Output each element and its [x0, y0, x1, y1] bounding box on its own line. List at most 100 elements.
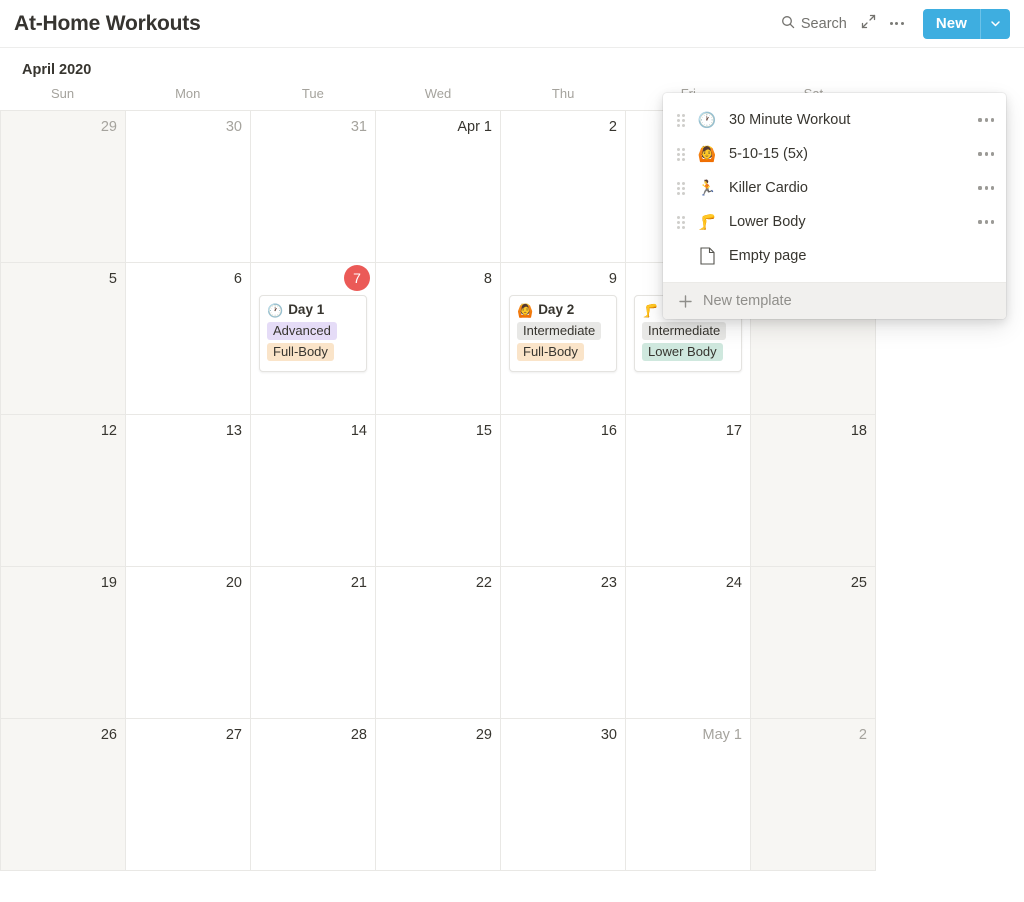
event-title-row: 🙆 Day 2: [517, 302, 609, 318]
more-options-button[interactable]: [883, 11, 911, 37]
calendar-day-cell[interactable]: 18: [751, 415, 876, 567]
calendar-day-cell[interactable]: 28: [251, 719, 376, 871]
weekday-header-tue: Tue: [301, 86, 324, 101]
day-number: 29: [100, 119, 117, 135]
new-dropdown-toggle[interactable]: [980, 8, 1010, 39]
search-button[interactable]: Search: [773, 11, 855, 37]
calendar-day-cell[interactable]: 12: [1, 415, 126, 567]
calendar-day-cell[interactable]: 2: [501, 111, 626, 263]
template-item-label: 5-10-15 (5x): [729, 146, 808, 162]
header-actions: Search New: [773, 8, 1010, 39]
template-item-more-icon[interactable]: [978, 220, 994, 224]
template-item[interactable]: 🙆 5-10-15 (5x): [663, 137, 1006, 171]
drag-handle-icon[interactable]: [673, 180, 689, 196]
person-gesturing-ok-icon: 🙆: [517, 302, 534, 318]
today-badge: 7: [344, 265, 370, 291]
day-number: 31: [350, 119, 367, 135]
day-number: 30: [600, 727, 617, 743]
calendar-day-cell[interactable]: 9 🙆 Day 2 Intermediate Full-Body: [501, 263, 626, 415]
day-number: 22: [475, 575, 492, 591]
template-item[interactable]: 🕐 30 Minute Workout: [663, 103, 1006, 137]
event-tag-row: Lower Body: [642, 343, 734, 361]
app-header: At-Home Workouts Search New: [0, 0, 1024, 48]
calendar-day-cell[interactable]: 7 🕐 Day 1 Advanced Full-Body: [251, 263, 376, 415]
expand-button[interactable]: [855, 11, 883, 37]
calendar-day-cell[interactable]: 21: [251, 567, 376, 719]
day-number: 8: [483, 271, 492, 287]
calendar-day-cell[interactable]: 23: [501, 567, 626, 719]
calendar-day-cell[interactable]: 22: [376, 567, 501, 719]
calendar-day-cell[interactable]: 29: [1, 111, 126, 263]
calendar-day-cell[interactable]: 16: [501, 415, 626, 567]
calendar-day-cell[interactable]: 19: [1, 567, 126, 719]
day-number: 14: [350, 423, 367, 439]
weekday-header-mon: Mon: [175, 86, 201, 101]
new-template-button[interactable]: New template: [663, 283, 1006, 319]
calendar-day-cell[interactable]: 2: [751, 719, 876, 871]
calendar-day-cell[interactable]: 8: [376, 263, 501, 415]
event-tag: Intermediate: [517, 322, 602, 340]
weekday-header-thu: Thu: [551, 86, 575, 101]
day-number: Apr 1: [457, 119, 492, 135]
calendar-day-cell[interactable]: 15: [376, 415, 501, 567]
chevron-down-icon: [989, 17, 1002, 30]
new-template-label: New template: [703, 293, 792, 309]
event-tag: Full-Body: [267, 343, 334, 361]
event-tag-row: Advanced: [267, 322, 359, 340]
event-tag-row: Intermediate: [642, 322, 734, 340]
day-number: 12: [100, 423, 117, 439]
day-number: 2: [608, 119, 617, 135]
calendar-day-cell[interactable]: 27: [126, 719, 251, 871]
calendar-event-card[interactable]: 🕐 Day 1 Advanced Full-Body: [259, 295, 367, 372]
template-item-more-icon[interactable]: [978, 186, 994, 190]
template-item[interactable]: 🏃 Killer Cardio: [663, 171, 1006, 205]
expand-diagonal-icon: [861, 14, 876, 34]
calendar-day-cell[interactable]: 14: [251, 415, 376, 567]
calendar-day-cell[interactable]: 26: [1, 719, 126, 871]
template-item-more-icon[interactable]: [978, 118, 994, 122]
calendar-day-cell[interactable]: 25: [751, 567, 876, 719]
calendar-day-cell[interactable]: 20: [126, 567, 251, 719]
template-item-label: 30 Minute Workout: [729, 112, 851, 128]
day-number: 18: [850, 423, 867, 439]
event-title: Day 2: [538, 302, 575, 317]
page-icon: [695, 247, 719, 265]
calendar-day-cell[interactable]: May 1: [626, 719, 751, 871]
calendar-day-cell[interactable]: 29: [376, 719, 501, 871]
event-title: Day 1: [288, 302, 325, 317]
day-number: 19: [100, 575, 117, 591]
drag-handle-icon[interactable]: [673, 112, 689, 128]
day-number: 20: [225, 575, 242, 591]
day-number: 13: [225, 423, 242, 439]
event-tag: Lower Body: [642, 343, 723, 361]
leg-icon: 🦵: [642, 302, 659, 318]
runner-icon: 🏃: [697, 180, 717, 197]
event-tag-row: Intermediate: [517, 322, 609, 340]
day-number: 7: [259, 265, 370, 291]
day-number: 30: [225, 119, 242, 135]
calendar-day-cell[interactable]: 13: [126, 415, 251, 567]
template-item[interactable]: Empty page: [663, 239, 1006, 273]
calendar-day-cell[interactable]: Apr 1: [376, 111, 501, 263]
calendar-event-card[interactable]: 🙆 Day 2 Intermediate Full-Body: [509, 295, 617, 372]
drag-handle-icon[interactable]: [673, 214, 689, 230]
calendar-day-cell[interactable]: 30: [126, 111, 251, 263]
template-item-more-icon[interactable]: [978, 152, 994, 156]
clock-icon: 🕐: [697, 112, 717, 129]
template-dropdown-menu: 🕐 30 Minute Workout 🙆 5-10-15 (5x) 🏃 Killer C…: [663, 93, 1006, 319]
calendar-day-cell[interactable]: 17: [626, 415, 751, 567]
calendar-day-cell[interactable]: 24: [626, 567, 751, 719]
event-tag: Intermediate: [642, 322, 727, 340]
event-title-row: 🕐 Day 1: [267, 302, 359, 318]
new-button[interactable]: New: [923, 9, 980, 39]
search-label: Search: [800, 15, 847, 32]
calendar-day-cell[interactable]: 30: [501, 719, 626, 871]
day-number: 23: [600, 575, 617, 591]
calendar-day-cell[interactable]: 6: [126, 263, 251, 415]
drag-handle-icon[interactable]: [673, 146, 689, 162]
calendar-day-cell[interactable]: 5: [1, 263, 126, 415]
template-item-label: Killer Cardio: [729, 180, 808, 196]
template-item[interactable]: 🦵 Lower Body: [663, 205, 1006, 239]
calendar-day-cell[interactable]: 31: [251, 111, 376, 263]
event-tag-row: Full-Body: [267, 343, 359, 361]
